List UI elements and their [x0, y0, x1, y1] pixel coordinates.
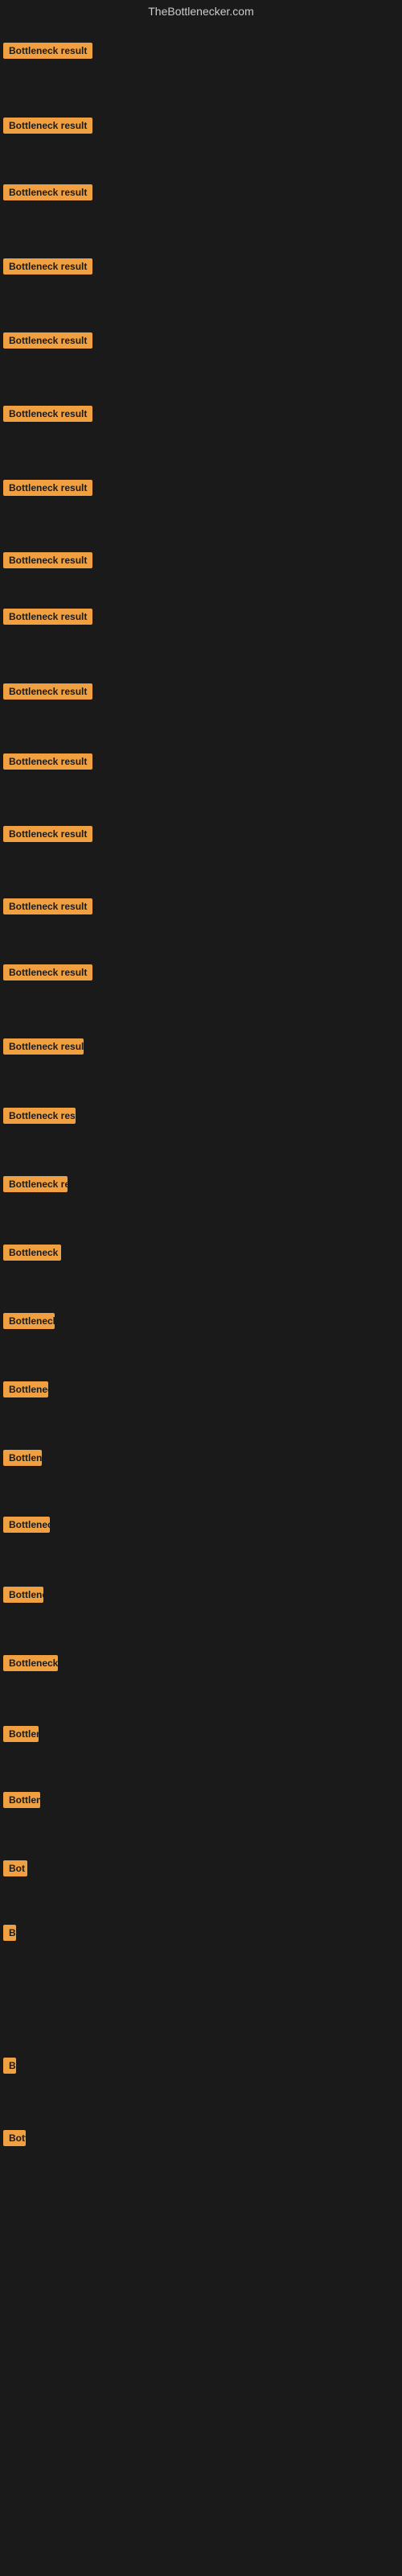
list-item: Bottleneck result — [3, 184, 92, 204]
bottleneck-badge[interactable]: Bottleneck result — [3, 898, 92, 914]
list-item: Bottleneck re — [3, 1245, 61, 1265]
bottleneck-badge[interactable]: Bottleneck result — [3, 43, 92, 59]
list-item: Bottleneck result — [3, 898, 92, 919]
bottleneck-badge[interactable]: Bottleneck result — [3, 552, 92, 568]
list-item: Bottleneck result — [3, 1108, 76, 1128]
list-item: Bottleneck result — [3, 826, 92, 846]
site-title: TheBottlenecker.com — [148, 5, 254, 18]
list-item: Bott — [3, 2130, 26, 2150]
list-item: Bottleneck result — [3, 332, 92, 353]
list-item: Bot — [3, 1860, 27, 1880]
list-item: Bottleneck result — [3, 258, 92, 279]
list-item: B — [3, 2058, 16, 2078]
list-item: Bottleneck res — [3, 1655, 58, 1675]
list-item: Bottleneck result — [3, 1038, 84, 1059]
bottleneck-badge[interactable]: Bottleneck re — [3, 1245, 61, 1261]
bottleneck-badge[interactable]: Bottleneck result — [3, 1038, 84, 1055]
bottleneck-badge[interactable]: Bott — [3, 2130, 26, 2146]
bottleneck-badge[interactable]: Bottleneck result — [3, 118, 92, 134]
bottleneck-badge[interactable]: Bottleneck result — [3, 683, 92, 700]
list-item: Bottleneck — [3, 1792, 40, 1812]
list-item: Bottlene — [3, 1726, 39, 1746]
site-header: TheBottlenecker.com — [0, 0, 402, 21]
bottleneck-badge[interactable]: Bottleneck result — [3, 964, 92, 980]
bottleneck-badge[interactable]: Bottleneck — [3, 1792, 40, 1808]
bottleneck-badge[interactable]: Bottleneck — [3, 1587, 43, 1603]
bottleneck-badge[interactable]: Bottleneck result — [3, 258, 92, 275]
bottleneck-badge[interactable]: Bottleneck result — [3, 1108, 76, 1124]
bottleneck-badge[interactable]: Bottleneck result — [3, 826, 92, 842]
bottleneck-badge[interactable]: Bottleneck result — [3, 332, 92, 349]
list-item: Bottleneck result — [3, 683, 92, 704]
bottleneck-badge[interactable]: Bottleneck — [3, 1381, 48, 1397]
bottleneck-badge[interactable]: Bottleneck result — [3, 184, 92, 200]
bottleneck-badge[interactable]: Bottleneck res — [3, 1655, 58, 1671]
bottleneck-badge[interactable]: Bottleneck result — [3, 753, 92, 770]
list-item: Bottleneck r — [3, 1313, 55, 1333]
bottleneck-badge[interactable]: B — [3, 1925, 16, 1941]
list-item: Bottleneck — [3, 1381, 48, 1402]
bottleneck-badge[interactable]: Bot — [3, 1860, 27, 1876]
bottleneck-badge[interactable]: Bottleneck n — [3, 1517, 50, 1533]
list-item: Bottleneck result — [3, 406, 92, 426]
list-item: Bottleneck n — [3, 1517, 50, 1537]
list-item: Bottleneck result — [3, 552, 92, 572]
page-wrapper: TheBottlenecker.com Bottleneck resultBot… — [0, 0, 402, 2576]
list-item: Bottleneck result — [3, 43, 92, 63]
bottleneck-badge[interactable]: Bottleneck result — [3, 480, 92, 496]
bottleneck-badge[interactable]: Bottleneck r — [3, 1313, 55, 1329]
list-item: Bottleneck result — [3, 118, 92, 138]
list-item: Bottleneck — [3, 1587, 43, 1607]
list-item: Bottleneck result — [3, 753, 92, 774]
list-item: B — [3, 1925, 16, 1945]
bottleneck-badge[interactable]: B — [3, 2058, 16, 2074]
bottleneck-badge[interactable]: Bottlene — [3, 1726, 39, 1742]
bottleneck-badge[interactable]: Bottleneck result — [3, 609, 92, 625]
list-item: Bottleneck result — [3, 480, 92, 500]
list-item: Bottleneck result — [3, 1176, 68, 1196]
bottleneck-badge[interactable]: Bottleneck result — [3, 406, 92, 422]
list-item: Bottleneck result — [3, 964, 92, 985]
list-item: Bottlene — [3, 1450, 42, 1470]
bottleneck-badge[interactable]: Bottleneck result — [3, 1176, 68, 1192]
bottleneck-badge[interactable]: Bottlene — [3, 1450, 42, 1466]
list-item: Bottleneck result — [3, 609, 92, 629]
items-container: Bottleneck result Bottleneck result Bottle… — [0, 21, 402, 2557]
